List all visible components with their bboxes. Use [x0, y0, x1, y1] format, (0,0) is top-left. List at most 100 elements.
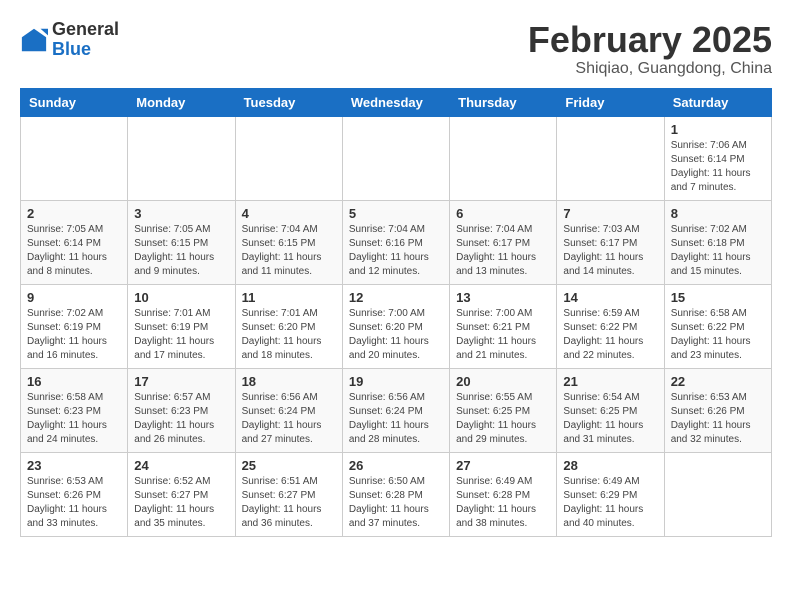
day-cell: 1 Sunrise: 7:06 AMSunset: 6:14 PMDaylight…: [664, 116, 771, 200]
weekday-friday: Friday: [557, 88, 664, 116]
day-number: 25: [242, 458, 336, 473]
day-info: Sunrise: 7:05 AMSunset: 6:14 PMDaylight:…: [27, 223, 121, 279]
day-cell: [342, 116, 449, 200]
weekday-wednesday: Wednesday: [342, 88, 449, 116]
day-number: 9: [27, 290, 121, 305]
logo-general-text: General: [52, 19, 119, 39]
day-number: 11: [242, 290, 336, 305]
day-number: 16: [27, 374, 121, 389]
day-number: 10: [134, 290, 228, 305]
page-header: General Blue February 2025 Shiqiao, Guan…: [20, 20, 772, 78]
day-cell: 19 Sunrise: 6:56 AMSunset: 6:24 PMDayligh…: [342, 368, 449, 452]
weekday-header-row: SundayMondayTuesdayWednesdayThursdayFrid…: [21, 88, 772, 116]
day-number: 5: [349, 206, 443, 221]
day-info: Sunrise: 6:58 AMSunset: 6:23 PMDaylight:…: [27, 391, 121, 447]
day-info: Sunrise: 6:49 AMSunset: 6:29 PMDaylight:…: [563, 475, 657, 531]
day-cell: 23 Sunrise: 6:53 AMSunset: 6:26 PMDayligh…: [21, 452, 128, 536]
day-info: Sunrise: 6:57 AMSunset: 6:23 PMDaylight:…: [134, 391, 228, 447]
day-cell: 2 Sunrise: 7:05 AMSunset: 6:14 PMDaylight…: [21, 200, 128, 284]
day-cell: 8Sunrise: 7:02 AMSunset: 6:18 PMDaylight…: [664, 200, 771, 284]
day-cell: [235, 116, 342, 200]
weekday-monday: Monday: [128, 88, 235, 116]
day-cell: 12 Sunrise: 7:00 AMSunset: 6:20 PMDayligh…: [342, 284, 449, 368]
day-cell: 24 Sunrise: 6:52 AMSunset: 6:27 PMDayligh…: [128, 452, 235, 536]
day-cell: 26 Sunrise: 6:50 AMSunset: 6:28 PMDayligh…: [342, 452, 449, 536]
day-info: Sunrise: 7:04 AMSunset: 6:15 PMDaylight:…: [242, 223, 336, 279]
day-cell: 6 Sunrise: 7:04 AMSunset: 6:17 PMDaylight…: [450, 200, 557, 284]
calendar-body: 1 Sunrise: 7:06 AMSunset: 6:14 PMDaylight…: [21, 116, 772, 536]
day-cell: 9 Sunrise: 7:02 AMSunset: 6:19 PMDaylight…: [21, 284, 128, 368]
day-cell: [664, 452, 771, 536]
day-cell: 10Sunrise: 7:01 AMSunset: 6:19 PMDayligh…: [128, 284, 235, 368]
day-info: Sunrise: 6:51 AMSunset: 6:27 PMDaylight:…: [242, 475, 336, 531]
week-row-5: 23 Sunrise: 6:53 AMSunset: 6:26 PMDayligh…: [21, 452, 772, 536]
day-cell: 13 Sunrise: 7:00 AMSunset: 6:21 PMDayligh…: [450, 284, 557, 368]
week-row-1: 1 Sunrise: 7:06 AMSunset: 6:14 PMDaylight…: [21, 116, 772, 200]
day-cell: 25 Sunrise: 6:51 AMSunset: 6:27 PMDayligh…: [235, 452, 342, 536]
day-number: 7: [563, 206, 657, 221]
day-cell: 21 Sunrise: 6:54 AMSunset: 6:25 PMDayligh…: [557, 368, 664, 452]
day-cell: 4 Sunrise: 7:04 AMSunset: 6:15 PMDaylight…: [235, 200, 342, 284]
day-info: Sunrise: 6:59 AMSunset: 6:22 PMDaylight:…: [563, 307, 657, 363]
day-info: Sunrise: 7:04 AMSunset: 6:17 PMDaylight:…: [456, 223, 550, 279]
day-info: Sunrise: 6:58 AMSunset: 6:22 PMDaylight:…: [671, 307, 765, 363]
day-number: 15: [671, 290, 765, 305]
day-info: Sunrise: 7:02 AMSunset: 6:19 PMDaylight:…: [27, 307, 121, 363]
day-number: 24: [134, 458, 228, 473]
day-info: Sunrise: 7:06 AMSunset: 6:14 PMDaylight:…: [671, 139, 765, 195]
calendar: SundayMondayTuesdayWednesdayThursdayFrid…: [20, 88, 772, 537]
day-info: Sunrise: 6:50 AMSunset: 6:28 PMDaylight:…: [349, 475, 443, 531]
day-info: Sunrise: 6:53 AMSunset: 6:26 PMDaylight:…: [27, 475, 121, 531]
weekday-sunday: Sunday: [21, 88, 128, 116]
day-cell: [128, 116, 235, 200]
day-number: 19: [349, 374, 443, 389]
day-number: 21: [563, 374, 657, 389]
week-row-4: 16 Sunrise: 6:58 AMSunset: 6:23 PMDayligh…: [21, 368, 772, 452]
day-info: Sunrise: 6:52 AMSunset: 6:27 PMDaylight:…: [134, 475, 228, 531]
day-info: Sunrise: 6:54 AMSunset: 6:25 PMDaylight:…: [563, 391, 657, 447]
day-number: 2: [27, 206, 121, 221]
day-cell: 7 Sunrise: 7:03 AMSunset: 6:17 PMDaylight…: [557, 200, 664, 284]
day-cell: 20Sunrise: 6:55 AMSunset: 6:25 PMDayligh…: [450, 368, 557, 452]
day-cell: 14 Sunrise: 6:59 AMSunset: 6:22 PMDayligh…: [557, 284, 664, 368]
logo-icon: [20, 26, 48, 54]
day-info: Sunrise: 6:56 AMSunset: 6:24 PMDaylight:…: [349, 391, 443, 447]
day-number: 23: [27, 458, 121, 473]
week-row-3: 9 Sunrise: 7:02 AMSunset: 6:19 PMDaylight…: [21, 284, 772, 368]
weekday-tuesday: Tuesday: [235, 88, 342, 116]
day-number: 12: [349, 290, 443, 305]
day-info: Sunrise: 7:05 AMSunset: 6:15 PMDaylight:…: [134, 223, 228, 279]
location: Shiqiao, Guangdong, China: [528, 60, 772, 78]
day-info: Sunrise: 7:00 AMSunset: 6:21 PMDaylight:…: [456, 307, 550, 363]
day-number: 14: [563, 290, 657, 305]
day-cell: 15 Sunrise: 6:58 AMSunset: 6:22 PMDayligh…: [664, 284, 771, 368]
day-info: Sunrise: 6:53 AMSunset: 6:26 PMDaylight:…: [671, 391, 765, 447]
day-info: Sunrise: 7:01 AMSunset: 6:20 PMDaylight:…: [242, 307, 336, 363]
day-number: 4: [242, 206, 336, 221]
day-number: 17: [134, 374, 228, 389]
day-info: Sunrise: 7:00 AMSunset: 6:20 PMDaylight:…: [349, 307, 443, 363]
week-row-2: 2 Sunrise: 7:05 AMSunset: 6:14 PMDaylight…: [21, 200, 772, 284]
day-info: Sunrise: 7:03 AMSunset: 6:17 PMDaylight:…: [563, 223, 657, 279]
day-cell: 16 Sunrise: 6:58 AMSunset: 6:23 PMDayligh…: [21, 368, 128, 452]
day-number: 26: [349, 458, 443, 473]
day-number: 6: [456, 206, 550, 221]
day-cell: 11 Sunrise: 7:01 AMSunset: 6:20 PMDayligh…: [235, 284, 342, 368]
day-number: 28: [563, 458, 657, 473]
day-number: 8: [671, 206, 765, 221]
day-number: 22: [671, 374, 765, 389]
day-number: 13: [456, 290, 550, 305]
day-cell: [21, 116, 128, 200]
day-cell: 27Sunrise: 6:49 AMSunset: 6:28 PMDayligh…: [450, 452, 557, 536]
day-cell: 3 Sunrise: 7:05 AMSunset: 6:15 PMDaylight…: [128, 200, 235, 284]
logo-blue-text: Blue: [52, 39, 91, 59]
day-cell: 18Sunrise: 6:56 AMSunset: 6:24 PMDayligh…: [235, 368, 342, 452]
day-number: 18: [242, 374, 336, 389]
day-number: 3: [134, 206, 228, 221]
weekday-saturday: Saturday: [664, 88, 771, 116]
day-cell: [557, 116, 664, 200]
day-cell: 28 Sunrise: 6:49 AMSunset: 6:29 PMDayligh…: [557, 452, 664, 536]
day-cell: 5Sunrise: 7:04 AMSunset: 6:16 PMDaylight…: [342, 200, 449, 284]
day-cell: 17 Sunrise: 6:57 AMSunset: 6:23 PMDayligh…: [128, 368, 235, 452]
day-number: 1: [671, 122, 765, 137]
